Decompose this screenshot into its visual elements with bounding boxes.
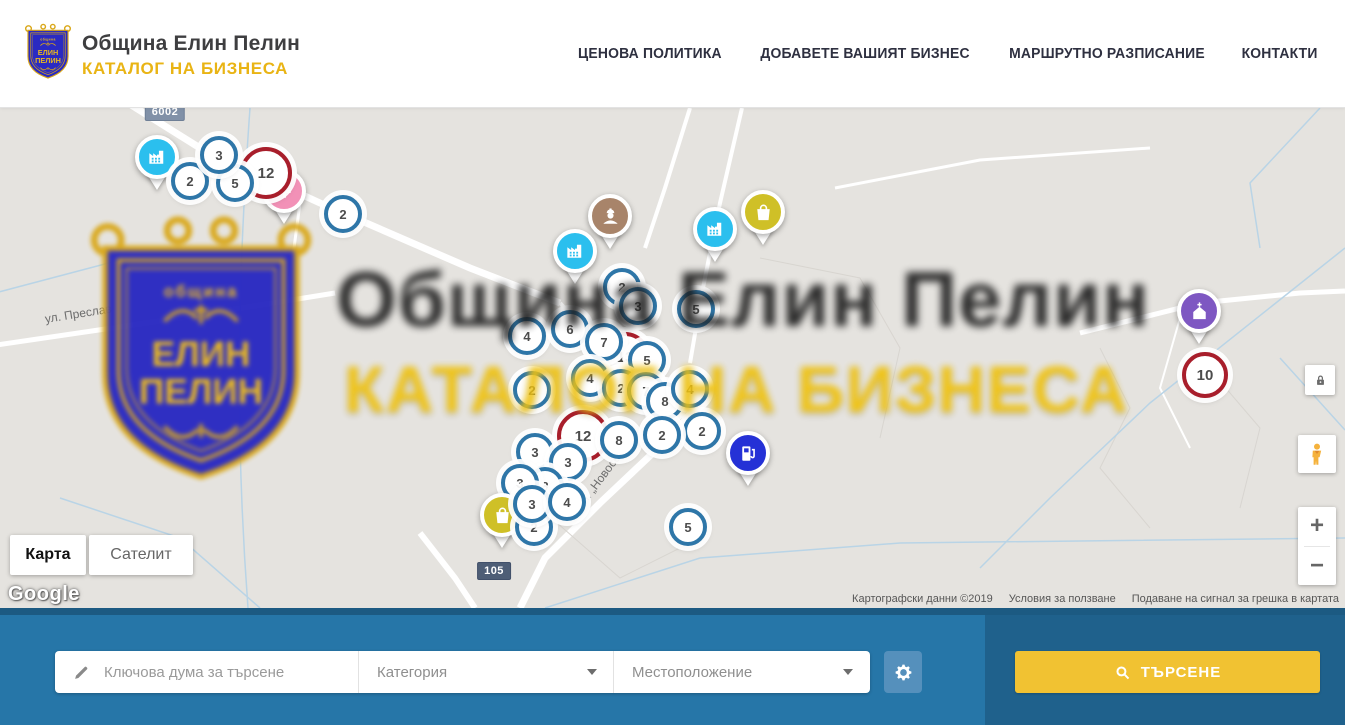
attribution-link[interactable]: Подаване на сигнал за грешка в картата: [1132, 593, 1339, 605]
category-select-value: Категория: [377, 664, 447, 681]
search-icon: [1114, 664, 1131, 681]
fuel-station-icon: [726, 431, 770, 475]
location-select[interactable]: Местоположение: [613, 651, 869, 693]
cluster-marker[interactable]: 5: [669, 508, 707, 546]
nav-item[interactable]: КОНТАКТИ: [1241, 46, 1317, 62]
attribution-text: Картографски данни ©2019: [852, 593, 993, 605]
zoom-out-button[interactable]: −: [1298, 546, 1336, 585]
crest-small-text: община: [40, 38, 56, 42]
search-fields-group: Категория Местоположение: [55, 651, 870, 693]
padlock-icon: [1313, 373, 1328, 388]
map-type-control: Карта Сателит: [10, 535, 193, 575]
cluster-marker[interactable]: 2: [324, 195, 362, 233]
attribution-link[interactable]: Условия за ползване: [1009, 593, 1116, 605]
cluster-marker[interactable]: 3: [200, 136, 238, 174]
crest-name-line2: ПЕЛИН: [35, 56, 61, 65]
watermark-subtitle: КАТАЛОГ НА БИЗНЕСА: [344, 356, 1129, 422]
keyword-input[interactable]: [102, 663, 346, 682]
map-canvas[interactable]: община ЕЛИН ПЕЛИН Община Елин Пелин КАТА…: [0, 108, 1345, 608]
category-select[interactable]: Категория: [358, 651, 613, 693]
zoom-control: + −: [1298, 507, 1336, 585]
map-type-satellite-button[interactable]: Сателит: [89, 535, 193, 575]
shopping-bag-icon: [741, 190, 785, 234]
keyword-field[interactable]: [55, 651, 358, 693]
page: община ЕЛИН ПЕЛИН Община Елин Пелин КАТА…: [0, 0, 1345, 725]
header: община ЕЛИН ПЕЛИН Община Елин Пелин КАТА…: [0, 0, 1345, 108]
watermark-crest: община ЕЛИН ПЕЛИН: [86, 213, 316, 497]
google-logo[interactable]: Google: [8, 583, 80, 606]
site-title-line1: Община Елин Пелин: [82, 32, 300, 56]
site-title-line2: КАТАЛОГ НА БИЗНЕСА: [82, 59, 300, 79]
construction-worker-icon: [588, 194, 632, 238]
church-icon: [1177, 289, 1221, 333]
factory-icon: [693, 207, 737, 251]
map-attribution: Картографски данни ©2019 Условия за ползв…: [852, 593, 1339, 605]
municipality-crest-icon: община ЕЛИН ПЕЛИН: [24, 23, 72, 82]
cluster-marker[interactable]: 4: [548, 483, 586, 521]
site-title[interactable]: Община Елин Пелин КАТАЛОГ НА БИЗНЕСА: [82, 32, 300, 79]
crest-name-line1: ЕЛИН: [152, 335, 251, 374]
advanced-search-button[interactable]: [884, 651, 922, 693]
street-view-pegman[interactable]: [1298, 435, 1336, 473]
nav-item[interactable]: ЦЕНОВА ПОЛИТИКА: [578, 46, 722, 62]
crest-name-line2: ПЕЛИН: [139, 373, 263, 412]
search-button[interactable]: ТЪРСЕНЕ: [1015, 651, 1320, 693]
pencil-icon: [73, 664, 90, 681]
cluster-marker[interactable]: 8: [600, 421, 638, 459]
lock-button[interactable]: [1305, 365, 1335, 395]
search-button-label: ТЪРСЕНЕ: [1141, 664, 1222, 681]
gear-icon: [893, 662, 914, 683]
cluster-marker[interactable]: 2: [171, 162, 209, 200]
main-nav: ЦЕНОВА ПОЛИТИКА ДОБАВЕТЕ ВАШИЯТ БИЗНЕС МАР…: [575, 0, 1319, 108]
pegman-icon: [1305, 442, 1329, 466]
location-select-value: Местоположение: [632, 664, 752, 681]
map-type-map-button[interactable]: Карта: [10, 535, 86, 575]
crest-small-text: община: [164, 283, 239, 301]
caret-down-icon: [587, 669, 597, 675]
nav-item[interactable]: МАРШРУТНО РАЗПИСАНИЕ: [1009, 46, 1205, 62]
caret-down-icon: [843, 669, 853, 675]
cluster-marker[interactable]: 10: [1182, 352, 1228, 398]
cluster-marker[interactable]: 3: [513, 485, 551, 523]
search-bar: Категория Местоположение ТЪРСЕНЕ: [0, 608, 1345, 725]
watermark-title: Община Елин Пелин: [336, 260, 1150, 338]
zoom-in-button[interactable]: +: [1298, 507, 1336, 546]
site-logo[interactable]: община ЕЛИН ПЕЛИН: [24, 23, 72, 85]
nav-item[interactable]: ДОБАВЕТЕ ВАШИЯТ БИЗНЕС: [760, 46, 969, 62]
